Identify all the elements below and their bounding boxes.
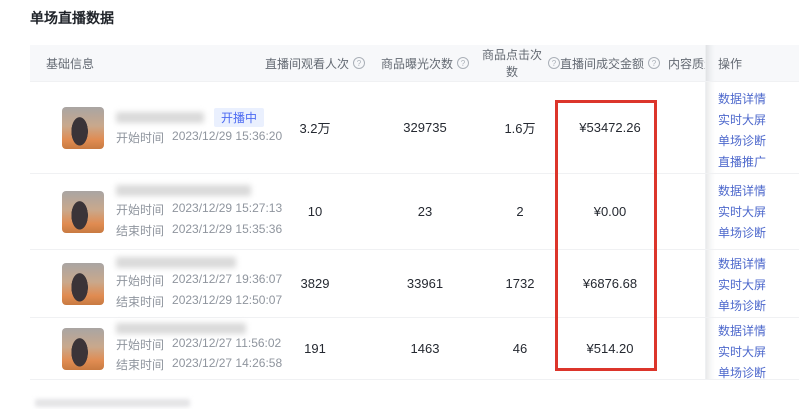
start-time: 开始时间 2023/12/29 15:27:13 — [116, 201, 282, 218]
viewers-value: 3829 — [260, 250, 370, 317]
operations-cell: 数据详情 实时大屏 单场诊断 — [705, 174, 799, 249]
header-viewers: 直播间观看人次 ? — [260, 45, 370, 81]
info-icon[interactable]: ? — [648, 57, 660, 69]
clicks-value: 46 — [480, 318, 560, 379]
cropped-bottom-section-blur — [35, 399, 190, 407]
end-time: 结束时间 2023/12/29 15:35:36 — [116, 222, 282, 239]
streamer-avatar — [62, 263, 104, 305]
table-row: 开始时间 2023/12/27 19:36:07 结束时间 2023/12/29… — [30, 249, 799, 317]
operations-cell: 数据详情 实时大屏 单场诊断 — [705, 250, 799, 317]
live-data-page: 单场直播数据 基础信息 直播间观看人次 ? 商品曝光次数 ? 商品点击次数 ? … — [0, 0, 799, 409]
viewers-value: 10 — [260, 174, 370, 249]
info-icon[interactable]: ? — [548, 57, 560, 69]
exposures-value: 33961 — [370, 250, 480, 317]
header-content-quality: 内容质量 — [660, 45, 705, 81]
realtime-screen-link[interactable]: 实时大屏 — [718, 112, 799, 129]
live-status-badge: 开播中 — [214, 108, 264, 127]
end-time-label: 结束时间 — [116, 293, 164, 310]
data-detail-link[interactable]: 数据详情 — [718, 323, 799, 340]
info-icon[interactable]: ? — [353, 57, 365, 69]
clicks-value: 1732 — [480, 250, 560, 317]
table-row: 开始时间 2023/12/27 11:56:02 结束时间 2023/12/27… — [30, 317, 799, 379]
end-time-label: 结束时间 — [116, 356, 164, 373]
data-detail-link[interactable]: 数据详情 — [718, 256, 799, 273]
operations-cell: 数据详情 实时大屏 单场诊断 直播推广 — [705, 82, 799, 173]
gmv-value: ¥514.20 — [560, 318, 660, 379]
header-operations: 操作 — [705, 45, 799, 81]
session-basic-info: 开始时间 2023/12/27 19:36:07 结束时间 2023/12/29… — [30, 250, 260, 317]
exposures-value: 1463 — [370, 318, 480, 379]
operations-cell: 数据详情 实时大屏 单场诊断 — [705, 318, 799, 379]
streamer-avatar — [62, 328, 104, 370]
start-time-label: 开始时间 — [116, 336, 164, 353]
start-time-label: 开始时间 — [116, 129, 164, 146]
clicks-value: 2 — [480, 174, 560, 249]
streamer-name-blurred — [116, 323, 246, 334]
viewers-value: 3.2万 — [260, 82, 370, 173]
header-exposures: 商品曝光次数 ? — [370, 45, 480, 81]
session-diagnosis-link[interactable]: 单场诊断 — [718, 133, 799, 150]
data-detail-link[interactable]: 数据详情 — [718, 183, 799, 200]
session-basic-info: 开始时间 2023/12/27 11:56:02 结束时间 2023/12/27… — [30, 318, 260, 379]
start-time-label: 开始时间 — [116, 201, 164, 218]
info-icon[interactable]: ? — [457, 57, 469, 69]
header-basic-info: 基础信息 — [30, 45, 260, 81]
table-row: 开播中 开始时间 2023/12/29 15:36:20 3.2万 329735… — [30, 81, 799, 173]
header-clicks: 商品点击次数 ? — [480, 45, 560, 81]
end-time-label: 结束时间 — [116, 222, 164, 239]
streamer-avatar — [62, 191, 104, 233]
header-exposures-label: 商品曝光次数 — [381, 55, 453, 72]
streamer-name-blurred — [116, 112, 204, 123]
session-basic-info: 开播中 开始时间 2023/12/29 15:36:20 — [30, 82, 260, 173]
session-diagnosis-link[interactable]: 单场诊断 — [718, 225, 799, 242]
live-promotion-link[interactable]: 直播推广 — [718, 154, 799, 171]
header-gmv-label: 直播间成交金额 — [560, 55, 644, 72]
start-time: 开始时间 2023/12/27 11:56:02 — [116, 336, 282, 353]
start-time: 开始时间 2023/12/29 15:36:20 — [116, 129, 282, 146]
session-diagnosis-link[interactable]: 单场诊断 — [718, 365, 799, 382]
end-time: 结束时间 2023/12/29 12:50:07 — [116, 293, 282, 310]
table-header-row: 基础信息 直播间观看人次 ? 商品曝光次数 ? 商品点击次数 ? 直播间成交金额… — [30, 45, 799, 81]
session-basic-info: 开始时间 2023/12/29 15:27:13 结束时间 2023/12/29… — [30, 174, 260, 249]
header-operations-label: 操作 — [718, 55, 742, 72]
header-basic-info-label: 基础信息 — [46, 55, 94, 72]
data-detail-link[interactable]: 数据详情 — [718, 91, 799, 108]
content-quality-cell — [660, 82, 705, 173]
exposures-value: 23 — [370, 174, 480, 249]
exposures-value: 329735 — [370, 82, 480, 173]
realtime-screen-link[interactable]: 实时大屏 — [718, 204, 799, 221]
header-clicks-label: 商品点击次数 — [480, 46, 544, 80]
clicks-value: 1.6万 — [480, 82, 560, 173]
content-quality-cell — [660, 174, 705, 249]
gmv-value: ¥0.00 — [560, 174, 660, 249]
streamer-avatar — [62, 107, 104, 149]
live-sessions-table: 基础信息 直播间观看人次 ? 商品曝光次数 ? 商品点击次数 ? 直播间成交金额… — [30, 45, 799, 380]
header-gmv: 直播间成交金额 ? — [560, 45, 660, 81]
page-title: 单场直播数据 — [30, 8, 114, 28]
session-diagnosis-link[interactable]: 单场诊断 — [718, 298, 799, 315]
header-content-quality-label: 内容质量 — [668, 55, 705, 72]
gmv-value: ¥53472.26 — [560, 82, 660, 173]
content-quality-cell — [660, 318, 705, 379]
start-time: 开始时间 2023/12/27 19:36:07 — [116, 272, 282, 289]
end-time: 结束时间 2023/12/27 14:26:58 — [116, 356, 282, 373]
content-quality-cell — [660, 250, 705, 317]
streamer-name-blurred — [116, 257, 236, 268]
realtime-screen-link[interactable]: 实时大屏 — [718, 344, 799, 361]
start-time-label: 开始时间 — [116, 272, 164, 289]
table-row: 开始时间 2023/12/29 15:27:13 结束时间 2023/12/29… — [30, 173, 799, 249]
header-viewers-label: 直播间观看人次 — [265, 55, 349, 72]
gmv-value: ¥6876.68 — [560, 250, 660, 317]
streamer-name-blurred — [116, 185, 251, 196]
viewers-value: 191 — [260, 318, 370, 379]
realtime-screen-link[interactable]: 实时大屏 — [718, 277, 799, 294]
